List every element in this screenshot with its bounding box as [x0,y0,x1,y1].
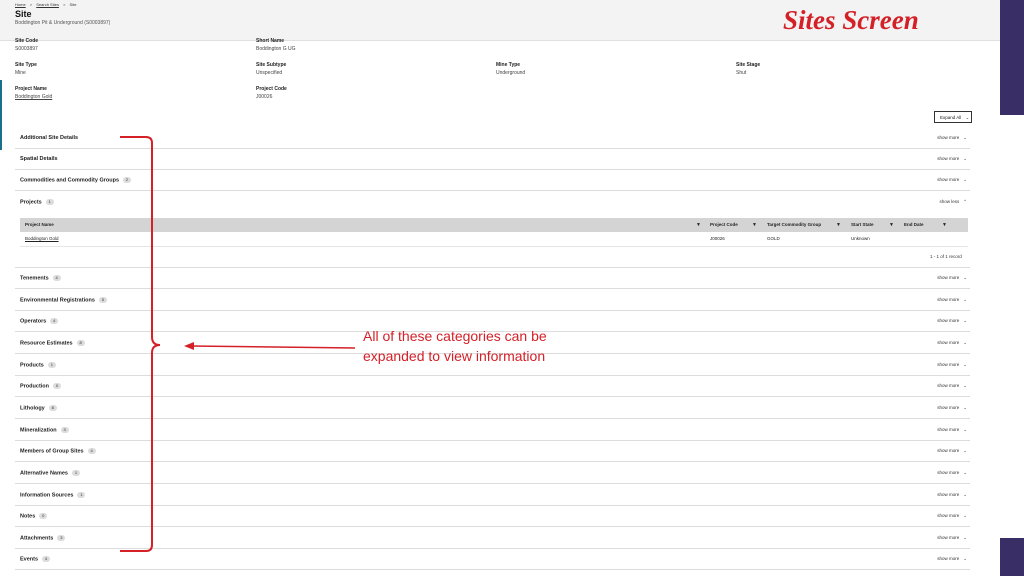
annotation-line: expanded to view information [363,348,546,364]
annotation-line: All of these categories can be [363,328,547,344]
annotation-arrow-line [189,345,356,349]
annotation-arrowhead [184,342,194,350]
annotation-text: All of these categories can be expanded … [363,326,547,366]
bracket-brace [120,136,161,552]
annotation-bracket [120,136,356,552]
